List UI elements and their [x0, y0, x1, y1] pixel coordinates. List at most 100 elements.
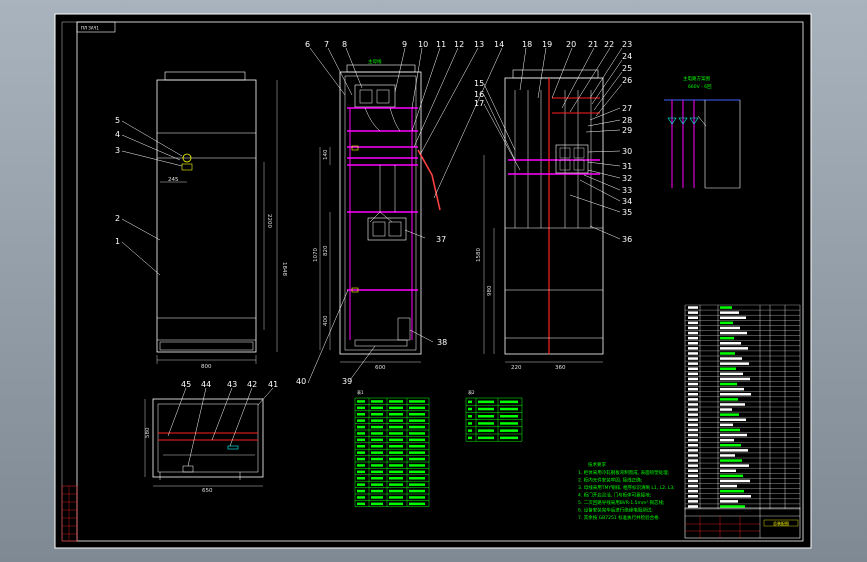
dim-right-w2: 360	[555, 365, 566, 371]
table-cell	[389, 425, 403, 429]
table-cell	[720, 326, 740, 330]
table-cell	[357, 425, 365, 429]
table-cell	[371, 464, 383, 467]
table-cell	[389, 432, 403, 435]
title-block-name: 总装配图	[773, 520, 789, 526]
dim-right-h2: 980	[487, 285, 493, 296]
callout-23: 23	[622, 40, 632, 49]
callout-4: 4	[115, 130, 120, 139]
cad-viewport[interactable]: ПЛ ЗАЧ1 5 4 3 2 1 800 1848 2200 245 主母线 …	[0, 0, 867, 562]
table-cell	[688, 316, 698, 319]
table-cell	[389, 406, 403, 410]
table-cell	[409, 400, 425, 403]
dim-front-width: 800	[201, 364, 212, 370]
note-line: 5. 二次回路导线采用BVR-1.5mm² 铜芯线;	[578, 499, 665, 506]
table-cell	[688, 500, 698, 503]
table-cell	[720, 474, 743, 478]
table-cell	[468, 407, 472, 411]
table-cell	[478, 400, 494, 404]
callout-8: 8	[342, 40, 347, 49]
table-cell	[371, 400, 383, 403]
table-cell	[720, 372, 743, 376]
table-cell	[357, 445, 365, 448]
table-cell	[688, 433, 698, 437]
callout-9: 9	[402, 40, 407, 49]
table-cell	[688, 393, 698, 396]
table-cell	[371, 457, 383, 461]
callout-19: 19	[542, 40, 552, 49]
table-cell	[468, 436, 472, 440]
table-cell	[371, 445, 383, 448]
table-cell	[357, 464, 365, 467]
table-cell	[357, 451, 365, 454]
table-cell	[389, 400, 403, 403]
callout-40: 40	[296, 377, 306, 386]
callout-21: 21	[588, 40, 598, 49]
table-cell	[720, 316, 746, 319]
table-cell	[688, 331, 698, 335]
table-cell	[688, 464, 698, 467]
table-cell	[500, 429, 518, 432]
table-cell	[720, 505, 745, 508]
table-cell	[720, 342, 741, 345]
table-cell	[720, 357, 742, 360]
table-cell	[720, 459, 742, 462]
callout-43: 43	[227, 380, 237, 389]
table-cell	[371, 425, 383, 429]
table-cell	[720, 500, 738, 503]
table-cell	[357, 413, 365, 416]
schematic-caption-2: 660V - 6回	[688, 84, 712, 90]
drawing-sheet	[54, 13, 812, 549]
callout-41: 41	[268, 380, 278, 389]
table-cell	[371, 406, 383, 410]
table-cell	[720, 464, 749, 467]
dim-middle-h4: 140	[323, 149, 329, 160]
table-cell	[688, 474, 698, 478]
table-cell	[688, 306, 698, 309]
callout-25: 25	[622, 64, 632, 73]
table-cell	[688, 372, 698, 376]
callout-27: 27	[622, 104, 632, 113]
table-cell	[688, 377, 698, 381]
table-cell	[720, 479, 750, 483]
callout-32: 32	[622, 174, 632, 183]
callout-39: 39	[342, 377, 352, 386]
table-cell	[720, 311, 739, 314]
table-cell	[720, 495, 751, 498]
callout-1: 1	[115, 237, 120, 246]
callout-7: 7	[324, 40, 329, 49]
dim-right-h1: 1580	[476, 248, 482, 262]
table-cell	[389, 438, 403, 442]
table-cell	[720, 336, 734, 340]
callout-20: 20	[566, 40, 576, 49]
table-cell	[371, 432, 383, 435]
table-cell	[389, 413, 403, 416]
table-cell	[720, 413, 739, 416]
table-cell	[720, 484, 737, 488]
notes-title: 技术要求	[588, 461, 606, 468]
table-cell	[409, 406, 425, 410]
top-busbar-label: 主母线	[368, 58, 382, 65]
table-cell	[357, 438, 365, 442]
table-cell	[409, 470, 425, 474]
table-cell	[688, 321, 698, 325]
table-cell	[389, 464, 403, 467]
table-cell	[688, 403, 698, 406]
table-cell	[357, 419, 365, 422]
callout-36: 36	[622, 235, 632, 244]
table-cell	[688, 362, 698, 365]
table-cell	[688, 398, 698, 401]
table-cell	[478, 429, 494, 432]
table-cell	[720, 321, 733, 325]
table-cell	[357, 496, 365, 499]
table-cell	[357, 400, 365, 403]
callout-14: 14	[494, 40, 504, 49]
table-cell	[720, 377, 750, 381]
table-cell	[720, 449, 748, 452]
table-cell	[478, 436, 494, 440]
table-cell	[357, 457, 365, 461]
callout-24: 24	[622, 52, 632, 61]
table-cell	[720, 347, 748, 350]
table-cell	[409, 489, 425, 493]
table-cell	[688, 347, 698, 350]
